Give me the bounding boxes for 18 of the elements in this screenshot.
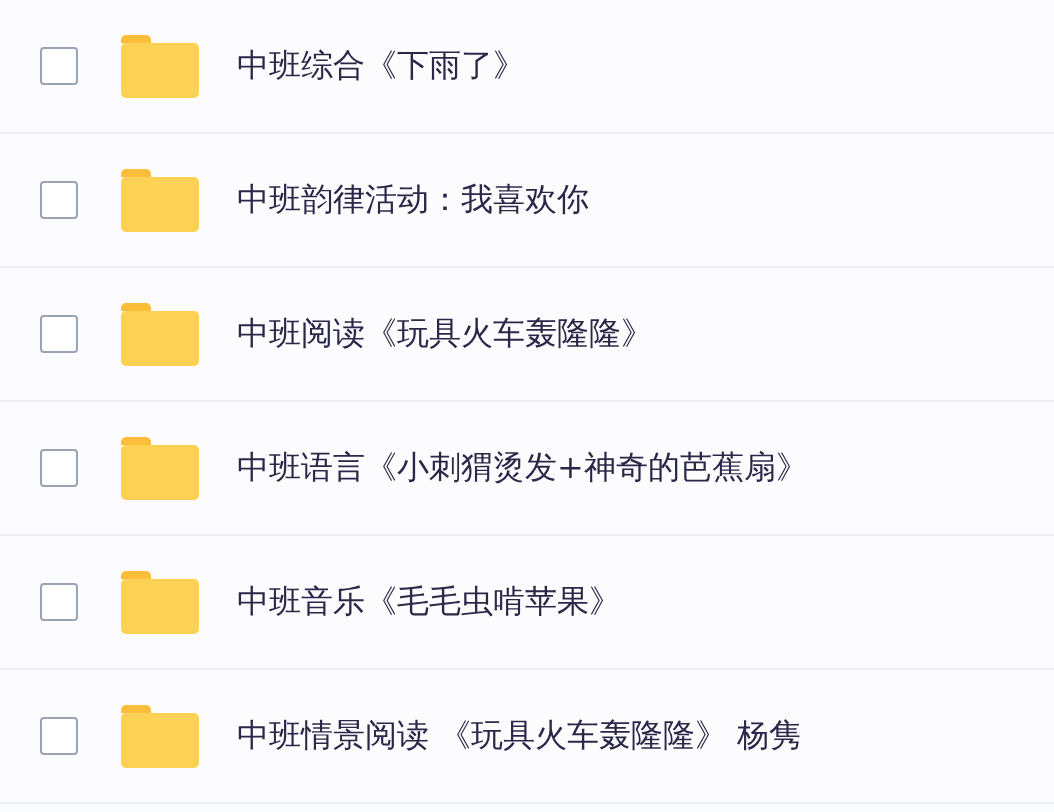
folder-name[interactable]: 中班语言《小刺猬烫发+神奇的芭蕉扇》 — [237, 446, 808, 490]
checkbox[interactable] — [40, 583, 78, 621]
checkbox[interactable] — [40, 717, 78, 755]
folder-name[interactable]: 中班韵律活动：我喜欢你 — [237, 178, 589, 222]
folder-icon — [121, 34, 199, 98]
checkbox[interactable] — [40, 315, 78, 353]
folder-name[interactable]: 中班综合《下雨了》 — [237, 44, 525, 88]
checkbox[interactable] — [40, 181, 78, 219]
folder-name[interactable]: 中班情景阅读 《玩具火车轰隆隆》 杨隽 — [237, 714, 802, 758]
folder-icon — [121, 704, 199, 768]
folder-icon — [121, 168, 199, 232]
folder-icon — [121, 302, 199, 366]
folder-name[interactable]: 中班音乐《毛毛虫啃苹果》 — [237, 580, 621, 624]
folder-name[interactable]: 中班阅读《玩具火车轰隆隆》 — [237, 312, 653, 356]
folder-icon — [121, 436, 199, 500]
checkbox[interactable] — [40, 47, 78, 85]
checkbox[interactable] — [40, 449, 78, 487]
folder-icon — [121, 570, 199, 634]
